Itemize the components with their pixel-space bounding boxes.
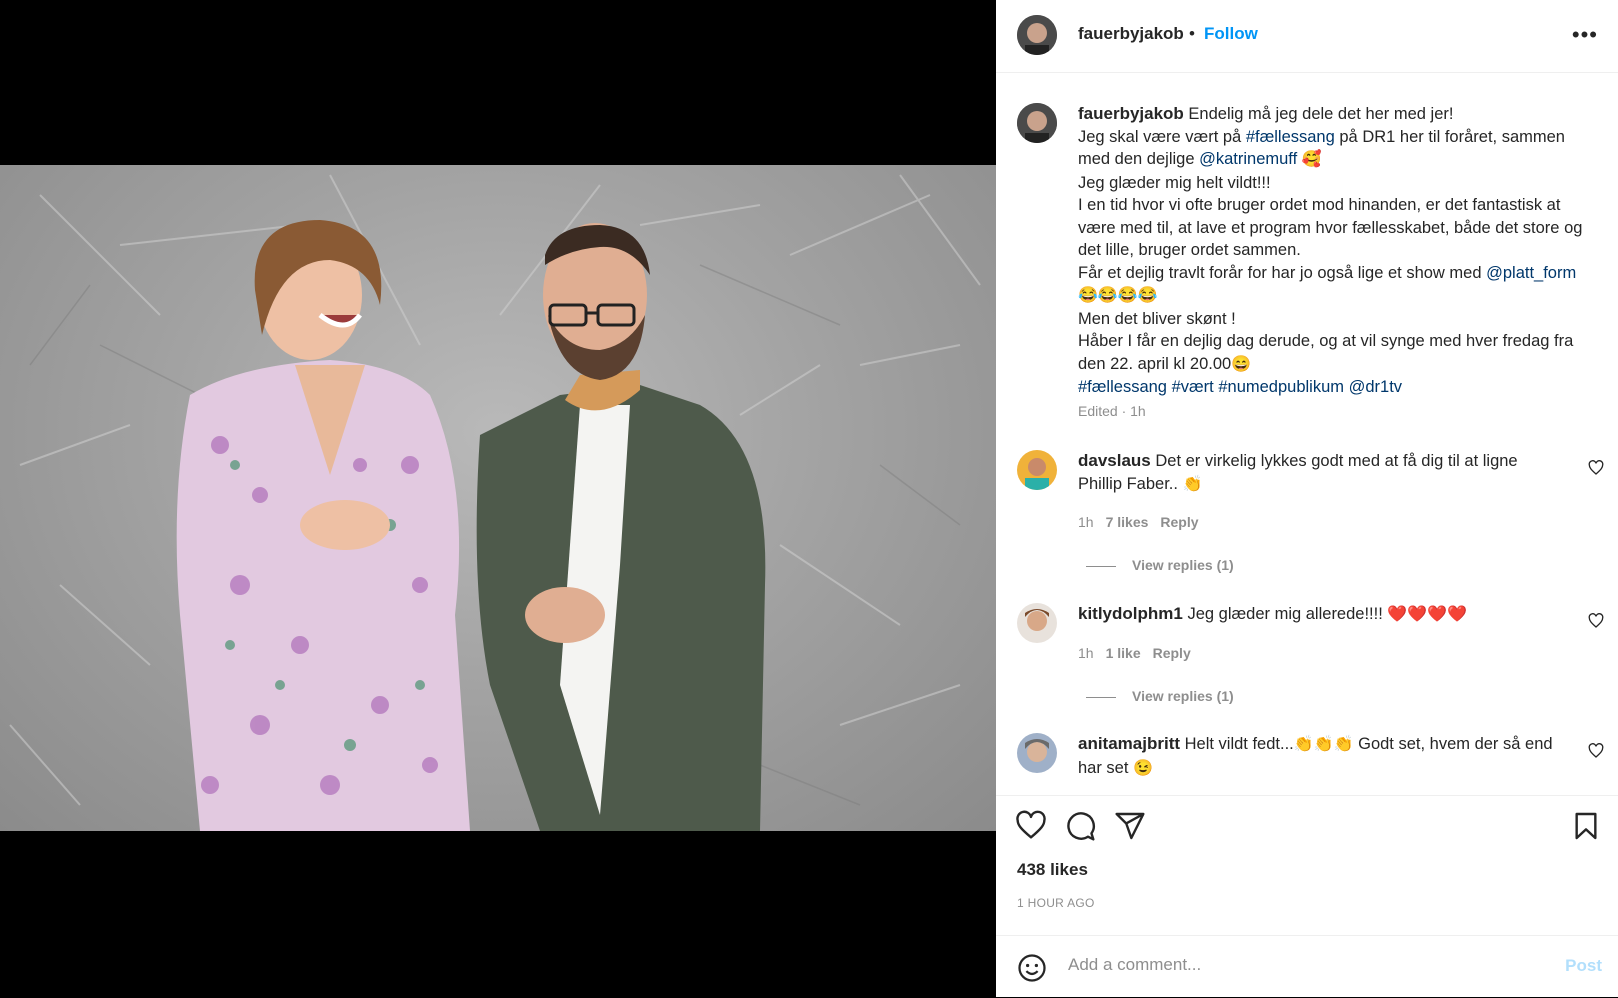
- commenter-username[interactable]: davslaus: [1078, 451, 1151, 470]
- mention-link[interactable]: @dr1tv: [1349, 378, 1402, 396]
- commenter-avatar-image: [1017, 603, 1057, 643]
- post-panel: fauerbyjakob • Follow ••• fauerbyjakob E…: [996, 0, 1618, 997]
- caption-line: Endelig må jeg dele det her med jer!: [1188, 105, 1454, 123]
- person-woman: [176, 220, 470, 831]
- save-icon[interactable]: [1570, 810, 1602, 842]
- post-caption: fauerbyjakob Endelig må jeg dele det her…: [1078, 103, 1588, 399]
- comment-body: Jeg glæder mig allerede!!!!: [1187, 605, 1388, 623]
- emoji: 😂😂😂😂: [1078, 287, 1158, 304]
- comment-likes[interactable]: 1 like: [1106, 645, 1141, 661]
- comment-time: 1h: [1078, 645, 1094, 661]
- commenter-avatar[interactable]: [1017, 733, 1057, 773]
- view-replies-label: View replies (1): [1132, 688, 1234, 704]
- likes-count[interactable]: 438 likes: [1017, 860, 1088, 880]
- comment-meta: 1h 1 like Reply: [1078, 645, 1191, 661]
- post-header: fauerbyjakob • Follow •••: [996, 0, 1618, 73]
- comment-like-icon[interactable]: [1588, 613, 1604, 629]
- comment-like-icon[interactable]: [1588, 743, 1604, 759]
- reply-button[interactable]: Reply: [1153, 645, 1191, 661]
- caption-avatar[interactable]: [1017, 103, 1057, 143]
- mention-link[interactable]: @katrinemuff: [1199, 150, 1297, 168]
- view-replies-button[interactable]: View replies (1): [1086, 688, 1234, 704]
- caption-line: Får et dejlig travlt forår for har jo og…: [1078, 263, 1487, 282]
- commenter-avatar-image: [1017, 733, 1057, 773]
- commenter-avatar[interactable]: [1017, 450, 1057, 490]
- emoji: ❤️❤️❤️❤️: [1387, 606, 1468, 623]
- post-button[interactable]: Post: [1565, 956, 1602, 976]
- emoji: 👏: [1182, 475, 1203, 493]
- comment-input[interactable]: [1066, 954, 1530, 976]
- reply-button[interactable]: Reply: [1160, 514, 1198, 530]
- comment-likes[interactable]: 7 likes: [1106, 514, 1149, 530]
- comment-body: Helt vildt fedt...: [1184, 735, 1294, 753]
- author-avatar-image: [1017, 15, 1057, 55]
- more-icon[interactable]: •••: [1572, 22, 1598, 48]
- comment-text: kitlydolphm1 Jeg glæder mig allerede!!!!…: [1078, 603, 1558, 627]
- caption-avatar-image: [1017, 103, 1057, 143]
- emoji-icon[interactable]: [1017, 953, 1047, 983]
- caption-line: Håber I får en dejlig dag derude, og at …: [1078, 332, 1574, 373]
- person-man: [476, 223, 766, 831]
- share-icon[interactable]: [1114, 810, 1146, 842]
- hashtag-link[interactable]: #vært: [1172, 378, 1214, 396]
- post-media: [0, 0, 996, 997]
- replies-line: [1086, 565, 1116, 567]
- comment-time: 1h: [1078, 514, 1094, 530]
- post-photo[interactable]: [0, 165, 996, 831]
- post-actions: 438 likes 1 HOUR AGO: [996, 795, 1618, 936]
- hashtag-link[interactable]: #fællessang: [1078, 378, 1167, 396]
- caption-username[interactable]: fauerbyjakob: [1078, 104, 1184, 123]
- comment-text: anitamajbritt Helt vildt fedt...👏👏👏 Godt…: [1078, 733, 1558, 780]
- separator-dot: •: [1189, 24, 1195, 43]
- edited-label: Edited · 1h: [1078, 403, 1146, 419]
- hashtag-link[interactable]: #numedpublikum: [1218, 378, 1344, 396]
- add-comment-bar: Post: [996, 935, 1618, 998]
- commenter-username[interactable]: kitlydolphm1: [1078, 604, 1183, 623]
- mention-link[interactable]: @platt_form: [1486, 264, 1576, 282]
- photo-illustration: [9, 174, 981, 831]
- replies-line: [1086, 696, 1116, 698]
- caption-line: Jeg glæder mig helt vildt!!!: [1078, 173, 1271, 192]
- comments-list[interactable]: fauerbyjakob Endelig må jeg dele det her…: [996, 73, 1618, 795]
- author-avatar[interactable]: [1017, 15, 1057, 55]
- caption-line: I en tid hvor vi ofte bruger ordet mod h…: [1078, 196, 1583, 259]
- comment-icon[interactable]: [1064, 810, 1096, 842]
- commenter-avatar[interactable]: [1017, 603, 1057, 643]
- follow-button[interactable]: Follow: [1204, 24, 1258, 44]
- commenter-avatar-image: [1017, 450, 1057, 490]
- caption-line: Men det bliver skønt !: [1078, 309, 1236, 328]
- view-replies-button[interactable]: View replies (1): [1086, 557, 1234, 573]
- caption-line: Jeg skal være vært på: [1078, 127, 1246, 146]
- emoji: 👏👏👏: [1293, 736, 1354, 753]
- comment-text: davslaus Det er virkelig lykkes godt med…: [1078, 450, 1558, 496]
- view-replies-label: View replies (1): [1132, 557, 1234, 573]
- commenter-username[interactable]: anitamajbritt: [1078, 734, 1180, 753]
- emoji: 😉: [1133, 759, 1153, 777]
- post-timestamp: 1 HOUR AGO: [1017, 896, 1095, 910]
- emoji: 😄: [1231, 355, 1252, 373]
- like-icon[interactable]: [1015, 810, 1047, 842]
- author-username[interactable]: fauerbyjakob: [1078, 24, 1184, 44]
- hashtag-link[interactable]: #fællessang: [1246, 128, 1335, 146]
- comment-like-icon[interactable]: [1588, 460, 1604, 476]
- emoji: 🥰: [1301, 151, 1322, 168]
- comment-meta: 1h 7 likes Reply: [1078, 514, 1199, 530]
